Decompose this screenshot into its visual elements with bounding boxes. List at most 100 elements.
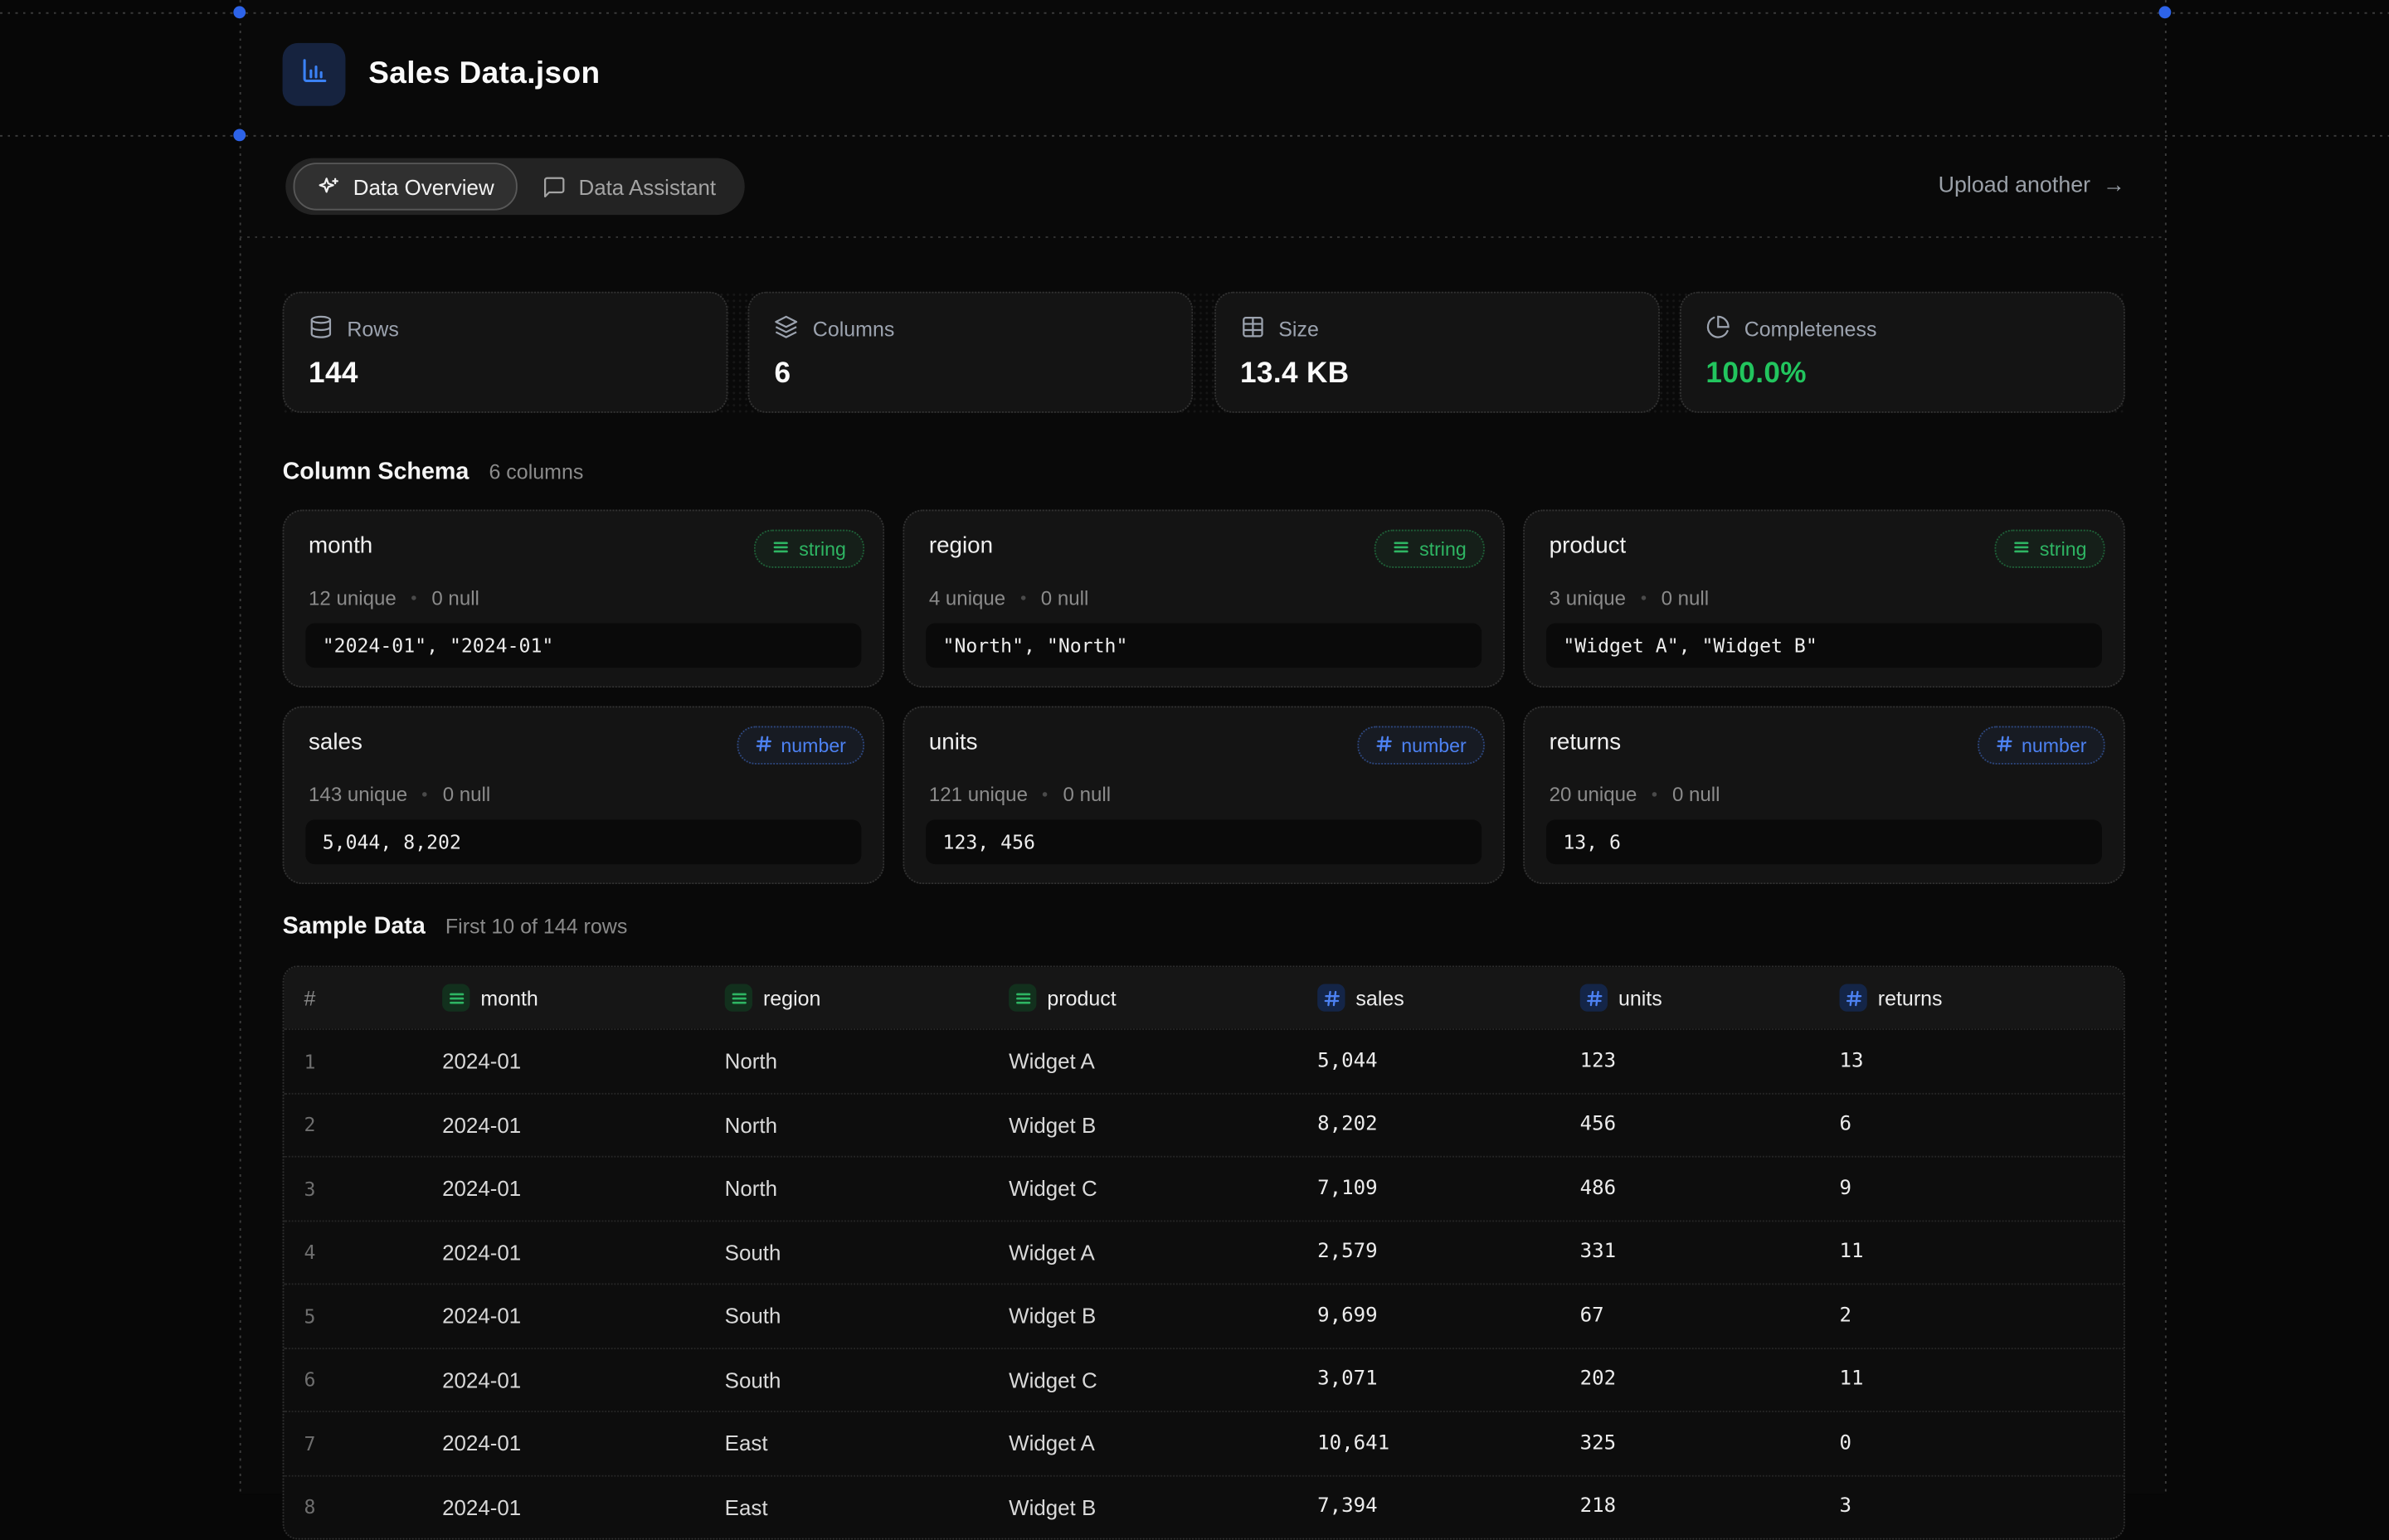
sample-values: "2024-01", "2024-01" <box>305 624 861 668</box>
cell-returns: 13 <box>1839 1050 2123 1073</box>
schema-section-subtitle: 6 columns <box>489 460 583 483</box>
sample-section-subtitle: First 10 of 144 rows <box>445 915 627 938</box>
type-badge-string: string <box>1995 530 2104 568</box>
cell-returns: 3 <box>1839 1495 2123 1518</box>
cell-region: North <box>725 1113 1009 1138</box>
guide-line-right <box>2165 0 2167 1494</box>
cell-region: North <box>725 1176 1009 1201</box>
row-number: 6 <box>304 1368 442 1392</box>
row-number: 7 <box>304 1432 442 1455</box>
table-row: 82024-01EastWidget B7,3942183 <box>284 1474 2123 1538</box>
tab-label: Data Overview <box>353 174 494 199</box>
type-badge-number: number <box>1357 726 1485 765</box>
cell-sales: 5,044 <box>1317 1050 1580 1073</box>
cell-region: South <box>725 1368 1009 1392</box>
cell-sales: 3,071 <box>1317 1368 1580 1392</box>
cell-product: Widget C <box>1009 1176 1317 1201</box>
stat-card-completeness: Completeness100.0% <box>1680 292 2125 413</box>
header-cell-region: region <box>725 984 1009 1011</box>
guide-line-left <box>240 0 241 1494</box>
table-icon <box>1240 314 1265 343</box>
cell-product: Widget B <box>1009 1304 1317 1329</box>
cell-sales: 10,641 <box>1317 1432 1580 1455</box>
column-name: sales <box>309 729 362 755</box>
cell-units: 218 <box>1580 1495 1840 1518</box>
upload-another-label: Upload another <box>1939 173 2091 198</box>
null-count: 0 null <box>1041 586 1089 610</box>
arrow-right-icon: → <box>2103 173 2125 198</box>
null-count: 0 null <box>443 783 491 806</box>
table-row: 42024-01SouthWidget A2,57933111 <box>284 1220 2123 1284</box>
stat-label: Columns <box>813 318 895 341</box>
stat-card-rows: Rows144 <box>283 292 728 413</box>
layers-icon <box>775 314 800 343</box>
type-badge-number: number <box>1977 726 2104 765</box>
upload-another-link[interactable]: Upload another → <box>1939 173 2125 198</box>
hash-icon <box>1580 984 1608 1011</box>
cell-month: 2024-01 <box>442 1113 725 1138</box>
meta-separator-dot <box>1642 595 1647 600</box>
tab-label: Data Assistant <box>578 174 716 199</box>
null-count: 0 null <box>1063 783 1112 806</box>
table-header-row: #monthregionproductsalesunitsreturns <box>284 967 2123 1028</box>
type-badge-label: number <box>1401 735 1466 756</box>
row-number: 1 <box>304 1050 442 1073</box>
column-meta: 20 unique0 null <box>1550 783 1720 806</box>
unique-count: 3 unique <box>1550 586 1626 610</box>
meta-separator-dot <box>1021 595 1026 600</box>
schema-section-title: Column Schema <box>283 459 470 486</box>
cell-units: 486 <box>1580 1177 1840 1200</box>
sample-section-header: Sample Data First 10 of 144 rows <box>283 913 628 940</box>
align-lines-icon <box>725 984 752 1011</box>
database-icon <box>309 314 333 343</box>
sample-values: "Widget A", "Widget B" <box>1546 624 2102 668</box>
tabs-section-divider <box>240 236 2165 238</box>
meta-separator-dot <box>1652 792 1657 797</box>
table-row: 62024-01SouthWidget C3,07120211 <box>284 1347 2123 1411</box>
cell-returns: 9 <box>1839 1177 2123 1200</box>
cell-product: Widget A <box>1009 1431 1317 1456</box>
cell-region: East <box>725 1494 1009 1519</box>
unique-count: 20 unique <box>1550 783 1637 806</box>
stat-value: 100.0% <box>1705 357 2099 391</box>
hash-icon <box>755 735 771 756</box>
tab-data-overview[interactable]: Data Overview <box>294 163 518 210</box>
schema-card-returns: returnsnumber20 unique0 null13, 6 <box>1523 706 2125 884</box>
sample-data-table: #monthregionproductsalesunitsreturns1202… <box>283 965 2125 1539</box>
unique-count: 4 unique <box>929 586 1005 610</box>
cell-sales: 2,579 <box>1317 1241 1580 1264</box>
schema-card-region: regionstring4 unique0 null"North", "Nort… <box>903 510 1505 688</box>
tab-data-assistant[interactable]: Data Assistant <box>520 164 737 209</box>
row-number: 8 <box>304 1495 442 1518</box>
schema-card-month: month string 12 unique 0 null "2024-01", "20… <box>283 510 885 688</box>
cell-month: 2024-01 <box>442 1431 725 1456</box>
column-meta: 121 unique0 null <box>929 783 1111 806</box>
stat-card-columns: Columns6 <box>748 292 1194 413</box>
row-number: 4 <box>304 1241 442 1264</box>
cell-units: 123 <box>1580 1050 1840 1073</box>
type-badge-label: string <box>799 538 846 560</box>
cell-units: 456 <box>1580 1113 1840 1136</box>
file-type-icon-box <box>283 43 346 106</box>
sample-values: 123, 456 <box>926 819 1482 864</box>
stat-label: Rows <box>347 318 399 341</box>
cell-sales: 7,109 <box>1317 1177 1580 1200</box>
guide-line-top <box>0 12 2389 14</box>
cell-product: Widget C <box>1009 1368 1317 1392</box>
table-row: 72024-01EastWidget A10,6413250 <box>284 1411 2123 1474</box>
table-row: 52024-01SouthWidget B9,699672 <box>284 1283 2123 1347</box>
unique-count: 12 unique <box>309 586 397 610</box>
header-cell-month: month <box>442 984 725 1011</box>
sample-values: "North", "North" <box>926 624 1482 668</box>
column-meta: 4 unique 0 null <box>929 586 1088 610</box>
null-count: 0 null <box>431 586 479 610</box>
meta-separator-dot <box>411 595 416 600</box>
meta-separator-dot <box>423 792 428 797</box>
header-label: returns <box>1878 986 1943 1009</box>
stat-label: Size <box>1278 318 1319 341</box>
cell-sales: 9,699 <box>1317 1304 1580 1328</box>
cell-region: East <box>725 1431 1009 1456</box>
header-label: region <box>763 986 820 1009</box>
app-window: Sales Data.json Data Overview Data Assis… <box>0 0 2389 1494</box>
column-name: month <box>309 532 372 558</box>
